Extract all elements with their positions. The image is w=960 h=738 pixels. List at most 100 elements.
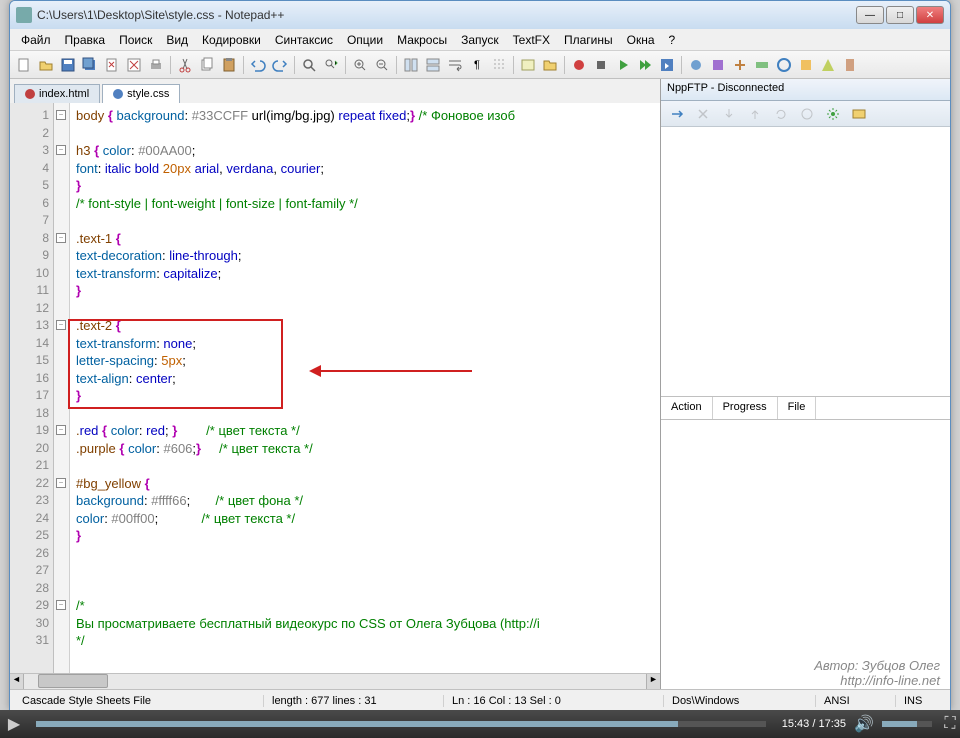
code-line[interactable] <box>76 457 654 475</box>
ftp-tab-file[interactable]: File <box>778 397 817 419</box>
code-line[interactable]: } <box>76 177 654 195</box>
ftp-tab-progress[interactable]: Progress <box>713 397 778 419</box>
macro-save-icon[interactable] <box>657 55 677 75</box>
code-area[interactable]: 1234567891011121314151617181920212223242… <box>10 103 660 673</box>
maximize-button[interactable]: □ <box>886 6 914 24</box>
macro-stop-icon[interactable] <box>591 55 611 75</box>
code-line[interactable]: text-transform: none; <box>76 335 654 353</box>
ftp-messages-icon[interactable] <box>849 104 869 124</box>
code-line[interactable]: } <box>76 387 654 405</box>
print-icon[interactable] <box>146 55 166 75</box>
fold-toggle[interactable]: − <box>56 320 66 330</box>
menu-кодировки[interactable]: Кодировки <box>195 31 268 49</box>
code-line[interactable]: */ <box>76 632 654 650</box>
code-line[interactable] <box>76 545 654 563</box>
code-line[interactable] <box>76 125 654 143</box>
menu-textfx[interactable]: TextFX <box>506 31 557 49</box>
tab-index-html[interactable]: index.html <box>14 84 100 103</box>
code-line[interactable]: body { background: #33CCFF url(img/bg.jp… <box>76 107 654 125</box>
close-file-icon[interactable] <box>102 55 122 75</box>
code-line[interactable]: font: italic bold 20px arial, verdana, c… <box>76 160 654 178</box>
undo-icon[interactable] <box>248 55 268 75</box>
menu-синтаксис[interactable]: Синтаксис <box>268 31 340 49</box>
code-line[interactable]: .red { color: red; } /* цвет текста */ <box>76 422 654 440</box>
close-button[interactable]: ✕ <box>916 6 944 24</box>
folder-icon[interactable] <box>540 55 560 75</box>
ftp-disconnect-icon[interactable] <box>693 104 713 124</box>
plugin4-icon[interactable] <box>752 55 772 75</box>
code-line[interactable]: } <box>76 527 654 545</box>
sync-v-icon[interactable] <box>401 55 421 75</box>
ftp-abort-icon[interactable] <box>797 104 817 124</box>
code-line[interactable]: } <box>76 282 654 300</box>
show-chars-icon[interactable]: ¶ <box>467 55 487 75</box>
plugin5-icon[interactable] <box>774 55 794 75</box>
save-icon[interactable] <box>58 55 78 75</box>
fold-toggle[interactable]: − <box>56 425 66 435</box>
code-line[interactable]: /* font-style | font-weight | font-size … <box>76 195 654 213</box>
menu-окна[interactable]: Окна <box>620 31 662 49</box>
horizontal-scrollbar[interactable]: ◄ ► <box>10 673 660 689</box>
zoom-out-icon[interactable] <box>372 55 392 75</box>
zoom-in-icon[interactable] <box>350 55 370 75</box>
code-text[interactable]: body { background: #33CCFF url(img/bg.jp… <box>70 103 660 673</box>
plugin2-icon[interactable] <box>708 55 728 75</box>
menu-правка[interactable]: Правка <box>58 31 113 49</box>
code-line[interactable]: /* <box>76 597 654 615</box>
ftp-tree[interactable] <box>661 127 950 396</box>
code-line[interactable]: letter-spacing: 5px; <box>76 352 654 370</box>
menu-опции[interactable]: Опции <box>340 31 390 49</box>
fold-toggle[interactable]: − <box>56 110 66 120</box>
code-line[interactable]: #bg_yellow { <box>76 475 654 493</box>
code-line[interactable]: color: #00ff00; /* цвет текста */ <box>76 510 654 528</box>
replace-icon[interactable] <box>321 55 341 75</box>
plugin8-icon[interactable] <box>840 55 860 75</box>
fold-toggle[interactable]: − <box>56 478 66 488</box>
code-line[interactable]: .text-2 { <box>76 317 654 335</box>
tab-style-css[interactable]: style.css <box>102 84 180 103</box>
macro-play-multi-icon[interactable] <box>635 55 655 75</box>
indent-guide-icon[interactable] <box>489 55 509 75</box>
macro-play-icon[interactable] <box>613 55 633 75</box>
macro-record-icon[interactable] <box>569 55 589 75</box>
ftp-upload-icon[interactable] <box>745 104 765 124</box>
code-line[interactable] <box>76 562 654 580</box>
fold-toggle[interactable]: − <box>56 233 66 243</box>
code-line[interactable] <box>76 212 654 230</box>
find-icon[interactable] <box>299 55 319 75</box>
code-line[interactable]: text-decoration: line-through; <box>76 247 654 265</box>
ftp-tab-action[interactable]: Action <box>661 397 713 419</box>
code-line[interactable]: Вы просматриваете бесплатный видеокурс п… <box>76 615 654 633</box>
ftp-connect-icon[interactable] <box>667 104 687 124</box>
fold-gutter[interactable]: − − − − − − − <box>54 103 70 673</box>
code-line[interactable] <box>76 300 654 318</box>
sync-h-icon[interactable] <box>423 55 443 75</box>
menu-поиск[interactable]: Поиск <box>112 31 159 49</box>
redo-icon[interactable] <box>270 55 290 75</box>
close-all-icon[interactable] <box>124 55 144 75</box>
ftp-settings-icon[interactable] <box>823 104 843 124</box>
menu-файл[interactable]: Файл <box>14 31 58 49</box>
menu-запуск[interactable]: Запуск <box>454 31 506 49</box>
fold-toggle[interactable]: − <box>56 600 66 610</box>
lang-icon[interactable] <box>518 55 538 75</box>
open-file-icon[interactable] <box>36 55 56 75</box>
scrollbar-thumb[interactable] <box>38 674 108 688</box>
ftp-log[interactable] <box>661 420 950 689</box>
code-line[interactable]: text-align: center; <box>76 370 654 388</box>
ftp-refresh-icon[interactable] <box>771 104 791 124</box>
fold-toggle[interactable]: − <box>56 145 66 155</box>
menu-вид[interactable]: Вид <box>159 31 195 49</box>
paste-icon[interactable] <box>219 55 239 75</box>
copy-icon[interactable] <box>197 55 217 75</box>
code-line[interactable]: h3 { color: #00AA00; <box>76 142 654 160</box>
plugin3-icon[interactable] <box>730 55 750 75</box>
titlebar[interactable]: C:\Users\1\Desktop\Site\style.css - Note… <box>10 1 950 29</box>
wrap-icon[interactable] <box>445 55 465 75</box>
ftp-download-icon[interactable] <box>719 104 739 124</box>
code-line[interactable] <box>76 580 654 598</box>
video-controls[interactable]: ▶ 15:43 / 17:35 🔊 ⛶ <box>0 710 960 738</box>
code-line[interactable]: .text-1 { <box>76 230 654 248</box>
save-all-icon[interactable] <box>80 55 100 75</box>
code-line[interactable]: text-transform: capitalize; <box>76 265 654 283</box>
